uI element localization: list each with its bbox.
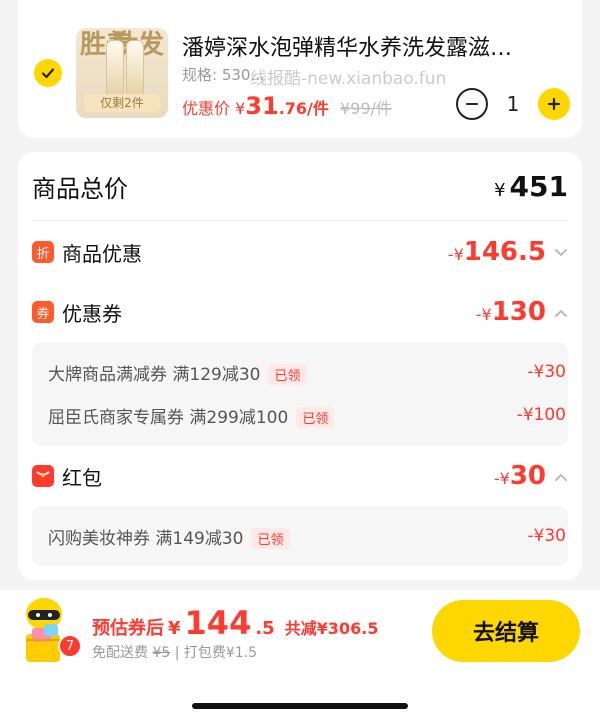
checkout-button[interactable]: 去结算: [432, 600, 580, 662]
price-integer: 31: [245, 92, 279, 120]
coupon-list: [32, 342, 568, 446]
plus-icon: [547, 97, 561, 111]
list-item[interactable]: 闪购美妆神券 满149减30 已领 -¥30: [48, 524, 566, 549]
coupon-name: 大牌商品满减券 满129减30: [48, 364, 261, 385]
estimated-label: 预估券后: [92, 618, 164, 639]
quantity-value: 1: [506, 92, 520, 116]
coupon-row[interactable]: 券 优惠券 -¥130: [32, 296, 568, 328]
checkout-bar: 7 预估券后 ¥144.5 共减¥306.5 免配送费 ¥5 | 打包费¥1.5…: [0, 590, 600, 722]
claimed-badge: 已领: [268, 363, 307, 385]
total-savings: 共减¥306.5: [284, 619, 379, 638]
coupon-item-amount: -¥30: [527, 362, 566, 382]
redpacket-prefix: -¥: [493, 469, 510, 488]
coupon-amount: -¥130: [476, 297, 568, 327]
chevron-up-icon: [554, 303, 568, 322]
coupon-label: 优惠券: [62, 301, 122, 326]
discount-prefix: -¥: [447, 245, 464, 264]
total-label: 商品总价: [32, 174, 128, 203]
bottle-graphic: [126, 40, 144, 96]
total-amount: ¥451: [494, 170, 568, 203]
red-packet-icon: [32, 465, 54, 487]
claimed-badge: 已领: [296, 406, 335, 428]
redpacket-item-amount: -¥30: [527, 526, 566, 546]
product-thumbnail[interactable]: 胜养 肽发 仅剩2件: [76, 28, 168, 118]
discount-value: 146.5: [463, 237, 546, 267]
price-fraction: .76/件: [278, 99, 329, 118]
coupon-tag-icon: 券: [32, 301, 54, 323]
product-card: 胜养 肽发 仅剩2件 潘婷深水泡弹精华水养洗发露滋… 规格: 530... 线报…: [18, 0, 582, 138]
estimated-fraction: .5: [255, 618, 275, 639]
estimated-yen: ¥: [168, 618, 181, 639]
discount-amount: -¥146.5: [448, 237, 568, 267]
home-indicator: [192, 703, 408, 709]
total-yen: ¥: [494, 179, 506, 201]
check-icon: [41, 68, 55, 79]
estimated-integer: 144: [184, 604, 252, 642]
product-price: 优惠价 ¥31.76/件 ¥99/件: [182, 92, 392, 120]
product-title[interactable]: 潘婷深水泡弹精华水养洗发露滋…: [182, 30, 562, 62]
redpacket-row[interactable]: 红包 -¥30: [32, 460, 568, 492]
free-shipping-label: 免配送费: [92, 645, 148, 661]
shipping-info: 免配送费 ¥5 | 打包费¥1.5: [92, 642, 257, 662]
increase-button[interactable]: [538, 88, 570, 120]
list-item[interactable]: 屈臣氏商家专属券 满299减100 已领 -¥100: [48, 403, 566, 428]
redpacket-label: 红包: [62, 465, 102, 490]
decrease-button[interactable]: [456, 88, 488, 120]
minus-icon: [466, 103, 478, 105]
redpacket-name: 闪购美妆神券 满149减30: [48, 528, 244, 549]
chevron-down-icon: [554, 243, 568, 262]
original-price: ¥99/件: [340, 99, 392, 118]
coupon-name: 屈臣氏商家专属券 满299减100: [48, 407, 289, 428]
discount-tag-icon: 折: [32, 241, 54, 263]
estimated-price: 预估券后 ¥144.5 共减¥306.5: [92, 604, 378, 642]
shipping-old-fee: ¥5: [152, 645, 171, 661]
price-summary-card: 商品总价 ¥451 折 商品优惠 -¥146.5 券 优惠券 -¥130 大牌商…: [18, 152, 582, 580]
product-checkbox[interactable]: [34, 59, 62, 87]
chevron-up-icon: [554, 467, 568, 486]
cart-count-badge: 7: [58, 634, 82, 658]
list-item[interactable]: 大牌商品满减券 满129减30 已领 -¥30: [48, 360, 566, 385]
stock-label: 仅剩2件: [84, 94, 160, 112]
discount-row[interactable]: 折 商品优惠 -¥146.5: [32, 236, 568, 268]
watermark-text: 线报酷-new.xianbao.fun: [250, 69, 447, 89]
total-value: 451: [509, 169, 568, 203]
coupon-prefix: -¥: [475, 305, 492, 324]
bottle-graphic: [106, 40, 124, 96]
cart-mascot-icon[interactable]: [14, 590, 82, 674]
claimed-badge: 已领: [251, 527, 290, 549]
quantity-stepper: 1: [456, 88, 570, 120]
price-label: 优惠价: [182, 99, 231, 118]
redpacket-amount: -¥30: [494, 461, 568, 491]
discount-label: 商品优惠: [62, 241, 142, 266]
coupon-item-amount: -¥100: [516, 405, 566, 425]
total-row: 商品总价 ¥451: [32, 168, 568, 204]
packing-fee: | 打包费¥1.5: [174, 645, 258, 661]
redpacket-value: 30: [509, 461, 546, 491]
coupon-value: 130: [491, 297, 546, 327]
price-yen: ¥: [235, 99, 246, 118]
divider: [32, 220, 568, 221]
